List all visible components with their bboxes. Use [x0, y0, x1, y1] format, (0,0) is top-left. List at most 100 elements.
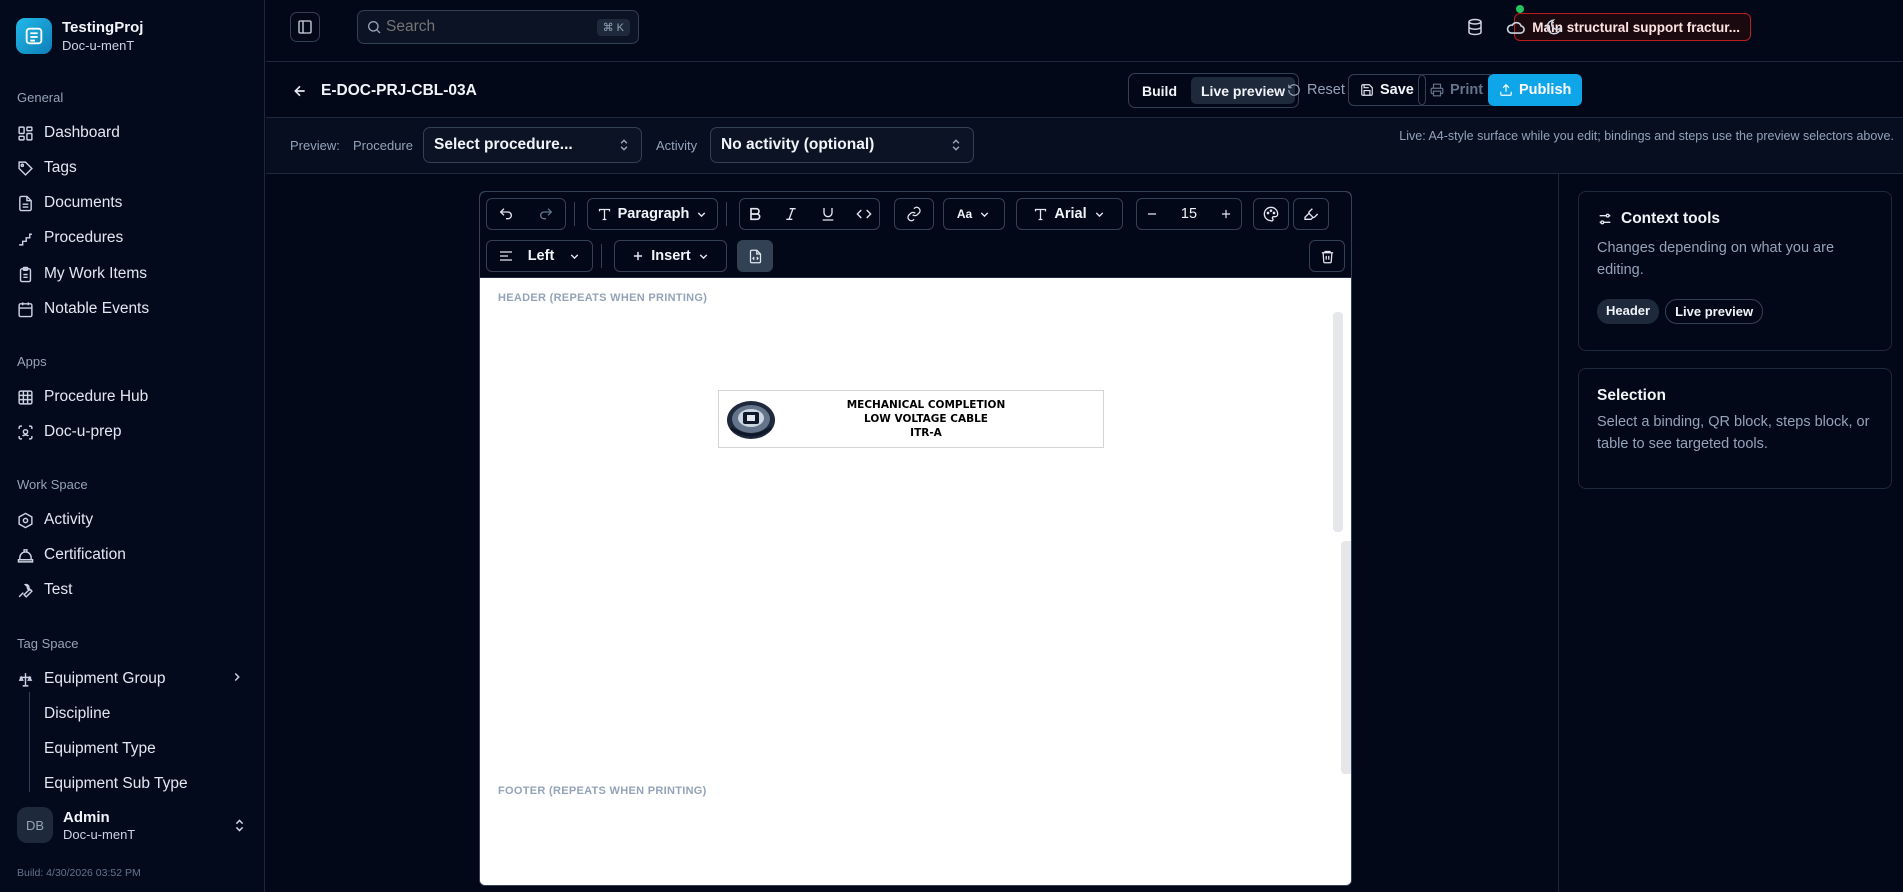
avatar: DB	[17, 807, 53, 843]
sidebar-item-notable-events[interactable]: Notable Events	[17, 300, 149, 318]
sidebar-item-activity[interactable]: Activity	[17, 511, 93, 529]
print-button[interactable]: Print	[1418, 74, 1496, 106]
highlight-button[interactable]	[1293, 198, 1329, 230]
sidebar-item-label: Documents	[44, 194, 123, 211]
chip-header[interactable]: Header	[1597, 299, 1660, 324]
chevron-right-icon[interactable]	[230, 670, 244, 684]
trash-icon	[1321, 250, 1333, 263]
brand-subtitle: Doc-u-menT	[62, 38, 135, 53]
body-scrollbar[interactable]	[1341, 541, 1351, 774]
align-select[interactable]: Left	[486, 240, 593, 272]
clipboard-icon	[19, 266, 32, 282]
sidebar-item-label: Equipment Group	[44, 670, 166, 687]
redo-icon[interactable]	[538, 206, 554, 222]
sidebar-item-equipment-type[interactable]: Equipment Type	[44, 740, 156, 758]
hexagon-icon	[18, 512, 33, 528]
sidebar-item-doc-u-prep[interactable]: Doc-u-prep	[17, 423, 122, 441]
minus-icon[interactable]	[1145, 207, 1159, 221]
online-status-dot	[1516, 5, 1524, 13]
save-icon	[1361, 84, 1373, 96]
page-layout-button[interactable]	[737, 240, 773, 272]
stairs-icon	[19, 233, 32, 246]
sidebar-item-tags[interactable]: Tags	[17, 159, 77, 177]
reset-button[interactable]: Reset	[1276, 75, 1356, 104]
sidebar-item-equipment-group[interactable]: Equipment Group	[17, 670, 166, 688]
bold-icon[interactable]	[747, 206, 763, 222]
color-button[interactable]	[1253, 198, 1289, 230]
sidebar-item-dashboard[interactable]: Dashboard	[17, 124, 120, 142]
chevron-down-icon	[980, 211, 989, 217]
selection-title: Selection	[1597, 387, 1666, 404]
header-scrollbar[interactable]	[1333, 312, 1343, 532]
activity-select-value: No activity (optional)	[721, 136, 875, 153]
top-bar: ⌘ K Main structural support fractur...	[266, 0, 1903, 62]
font-family-value: Arial	[1054, 206, 1087, 222]
search-input[interactable]	[386, 18, 593, 36]
page-surface[interactable]: HEADER (REPEATS WHEN PRINTING) MECHANICA…	[480, 278, 1351, 885]
file-code-icon	[749, 249, 761, 263]
database-icon	[1468, 18, 1482, 36]
tree-line	[29, 692, 30, 792]
code-icon[interactable]	[856, 206, 872, 222]
brand[interactable]: TestingProj Doc-u-menT	[16, 18, 143, 54]
user-menu[interactable]: DB Admin Doc-u-menT	[17, 807, 247, 843]
text-case-select[interactable]: Aa	[943, 198, 1005, 230]
sidebar-item-discipline[interactable]: Discipline	[44, 705, 110, 723]
link-button[interactable]	[894, 198, 934, 230]
database-button[interactable]	[1462, 14, 1488, 40]
print-label: Print	[1450, 82, 1484, 98]
font-size-value[interactable]: 15	[1181, 206, 1197, 222]
sidebar-item-procedure-hub[interactable]: Procedure Hub	[17, 388, 148, 406]
chevron-down-icon	[698, 211, 706, 217]
theme-toggle-button[interactable]	[1541, 14, 1567, 40]
font-family-select[interactable]: Arial	[1016, 198, 1123, 230]
chevron-down-icon	[1095, 211, 1103, 217]
procedure-select[interactable]: Select procedure...	[423, 127, 642, 163]
italic-icon[interactable]	[783, 206, 799, 222]
save-label: Save	[1380, 82, 1414, 98]
brand-logo-icon	[16, 18, 52, 54]
back-button[interactable]	[292, 83, 308, 99]
activity-select[interactable]: No activity (optional)	[710, 127, 974, 163]
publish-button[interactable]: Publish	[1488, 74, 1583, 106]
procedure-select-value: Select procedure...	[434, 136, 573, 153]
context-chips: Header Live preview	[1597, 299, 1873, 324]
delete-button[interactable]	[1309, 240, 1345, 272]
section-apps: Apps	[17, 354, 47, 369]
sidebar-toggle-button[interactable]	[290, 12, 320, 42]
activity-label: Activity	[656, 138, 698, 153]
undo-icon[interactable]	[498, 206, 514, 222]
insert-menu[interactable]: Insert	[614, 240, 727, 272]
sidebar-item-my-work-items[interactable]: My Work Items	[17, 265, 147, 283]
sidebar-item-label: Test	[44, 581, 73, 598]
rotate-ccw-icon	[1288, 83, 1300, 96]
sidebar-item-documents[interactable]: Documents	[17, 194, 122, 212]
dashboard-icon	[18, 125, 33, 141]
chip-live-preview[interactable]: Live preview	[1665, 299, 1764, 324]
text-case-value: Aa	[956, 207, 973, 221]
sidebar-item-certification[interactable]: Certification	[17, 546, 126, 564]
plus-icon[interactable]	[1219, 207, 1233, 221]
sidebar: TestingProj Doc-u-menT General Dashboard…	[0, 0, 265, 892]
search-box[interactable]: ⌘ K	[357, 10, 639, 44]
context-tools-title-text: Context tools	[1621, 210, 1721, 227]
block-type-select[interactable]: Paragraph	[587, 198, 718, 230]
mode-build-button[interactable]: Build	[1132, 77, 1187, 104]
sidebar-item-equipment-sub-type[interactable]: Equipment Sub Type	[44, 775, 188, 793]
underline-icon[interactable]	[820, 206, 836, 222]
chevron-down-icon	[699, 253, 707, 259]
brand-name: TestingProj	[62, 19, 144, 36]
font-size-stepper: 15	[1136, 198, 1242, 230]
sidebar-item-procedures[interactable]: Procedures	[17, 229, 123, 247]
document-bar: E-DOC-PRJ-CBL-03A Build Live preview Res…	[266, 62, 1903, 118]
sync-status-button[interactable]	[1502, 14, 1528, 40]
search-shortcut: ⌘ K	[596, 18, 630, 36]
sidebar-item-label: Activity	[44, 511, 94, 528]
section-work-space: Work Space	[17, 477, 88, 492]
sidebar-item-test[interactable]: Test	[17, 581, 72, 599]
header-banner[interactable]: MECHANICAL COMPLETION LOW VOLTAGE CABLE …	[718, 390, 1104, 448]
save-button[interactable]: Save	[1348, 74, 1426, 106]
context-tools-title: Context tools	[1597, 210, 1873, 228]
sidebar-item-label: Notable Events	[44, 300, 150, 317]
sidebar-item-label: Tags	[44, 159, 77, 176]
